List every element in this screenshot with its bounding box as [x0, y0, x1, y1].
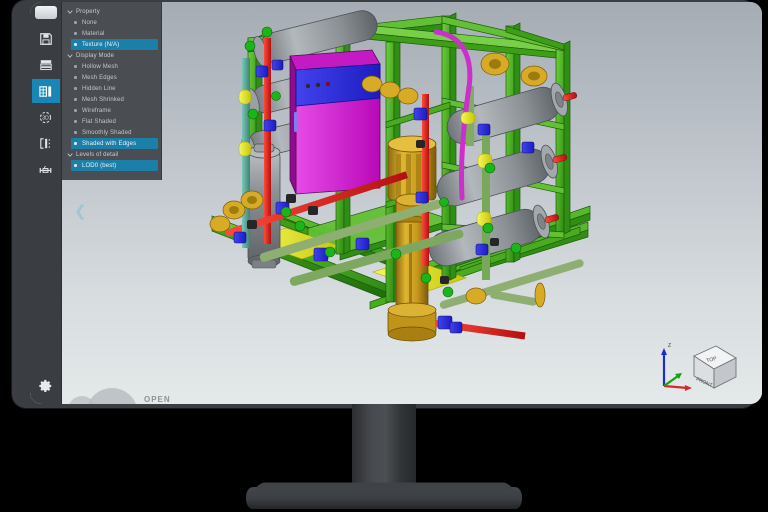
- panel-item-texture[interactable]: Texture (N/A): [71, 39, 158, 50]
- bullet-icon: [74, 43, 77, 46]
- panel-item-mesh-shrinked[interactable]: Mesh Shrinked: [71, 94, 158, 105]
- panel-group-display-mode[interactable]: Display Mode: [62, 50, 161, 61]
- appearance-icon: [39, 85, 52, 97]
- bullet-icon: [74, 32, 77, 35]
- panel-item-wireframe[interactable]: Wireframe: [71, 105, 158, 116]
- panel-item-label: Mesh Shrinked: [82, 96, 124, 103]
- toolbar-button-rotate-3d[interactable]: 3D: [32, 105, 60, 129]
- bullet-icon: [74, 98, 77, 101]
- bullet-icon: [74, 109, 77, 112]
- chevron-down-icon: [67, 9, 73, 14]
- panel-item-mesh-edges[interactable]: Mesh Edges: [71, 72, 158, 83]
- panel-item-material[interactable]: Material: [71, 28, 158, 39]
- toolbar-button-measure[interactable]: [32, 157, 60, 181]
- app-logo: [34, 6, 57, 19]
- monitor-bezel: Z TOP FRONT 3D Property None Material Te…: [12, 0, 762, 408]
- panel-item-label: Hidden Line: [82, 85, 116, 92]
- panel-item-shaded-with-edges[interactable]: Shaded with Edges: [71, 138, 158, 149]
- layers-list-icon: [39, 60, 52, 71]
- panel-item-label: Flat Shaded: [82, 118, 117, 125]
- panel-group-levels-of-detail[interactable]: Levels of detail: [62, 149, 161, 160]
- bullet-icon: [74, 76, 77, 79]
- panel-group-label: Property: [76, 8, 100, 15]
- toolbar-button-section[interactable]: [32, 131, 60, 155]
- panel-item-none[interactable]: None: [71, 17, 158, 28]
- bullet-icon: [74, 131, 77, 134]
- panel-collapse-button[interactable]: ❮: [74, 202, 87, 222]
- toolbar-button-structure[interactable]: [32, 53, 60, 77]
- open-status-strip: OPEN: [62, 382, 184, 404]
- model-3d-assembly[interactable]: [190, 2, 610, 404]
- bullet-icon: [74, 120, 77, 123]
- axis-z-label: Z: [668, 343, 671, 349]
- toolbar-button-save[interactable]: [32, 27, 60, 51]
- panel-item-label: Shaded with Edges: [82, 140, 137, 147]
- toolbar-button-appearance[interactable]: [31, 79, 60, 103]
- screenshot-root: Z TOP FRONT 3D Property None Material Te…: [0, 0, 768, 512]
- open-decoration-large: [86, 388, 138, 404]
- panel-item-label: None: [82, 19, 97, 26]
- left-toolbar: 3D: [30, 2, 62, 404]
- chevron-down-icon: [67, 53, 73, 58]
- monitor-stand-base: [246, 487, 522, 509]
- bullet-icon: [74, 65, 77, 68]
- bullet-icon: [74, 142, 77, 145]
- chevron-down-icon: [67, 152, 73, 157]
- panel-item-smoothly-shaded[interactable]: Smoothly Shaded: [71, 127, 158, 138]
- section-view-icon: [40, 137, 50, 149]
- open-label: OPEN: [144, 395, 171, 404]
- panel-item-hollow-mesh[interactable]: Hollow Mesh: [71, 61, 158, 72]
- bullet-icon: [74, 21, 77, 24]
- panel-group-label: Display Mode: [76, 52, 115, 59]
- panel-item-label: Smoothly Shaded: [82, 129, 132, 136]
- panel-item-label: Mesh Edges: [82, 74, 117, 81]
- rotate-3d-icon: 3D: [39, 111, 52, 123]
- panel-item-hidden-line[interactable]: Hidden Line: [71, 83, 158, 94]
- panel-item-flat-shaded[interactable]: Flat Shaded: [71, 116, 158, 127]
- panel-item-label: Hollow Mesh: [82, 63, 118, 70]
- bullet-icon: [74, 164, 77, 167]
- panel-item-lod0[interactable]: LOD0 (best): [71, 160, 158, 171]
- measure-icon: [39, 165, 52, 173]
- display-settings-panel: Property None Material Texture (N/A) Dis…: [62, 2, 162, 180]
- axis-triad: Z: [661, 343, 692, 391]
- toolbar-button-settings[interactable]: [32, 374, 60, 398]
- view-cube[interactable]: Z TOP FRONT: [654, 338, 738, 396]
- panel-group-label: Levels of detail: [76, 151, 119, 158]
- panel-item-label: Texture (N/A): [82, 41, 120, 48]
- viewport-3d[interactable]: Z TOP FRONT 3D Property None Material Te…: [30, 2, 762, 404]
- panel-item-label: Wireframe: [82, 107, 112, 114]
- open-decoration-small: [68, 396, 96, 404]
- svg-text:3D: 3D: [42, 115, 49, 121]
- monitor-screen: Z TOP FRONT 3D Property None Material Te…: [30, 2, 762, 404]
- gear-icon: [38, 379, 51, 392]
- panel-group-property[interactable]: Property: [62, 6, 161, 17]
- floppy-disk-icon: [39, 33, 52, 45]
- panel-item-label: Material: [82, 30, 105, 37]
- bullet-icon: [74, 87, 77, 90]
- panel-item-label: LOD0 (best): [82, 162, 117, 169]
